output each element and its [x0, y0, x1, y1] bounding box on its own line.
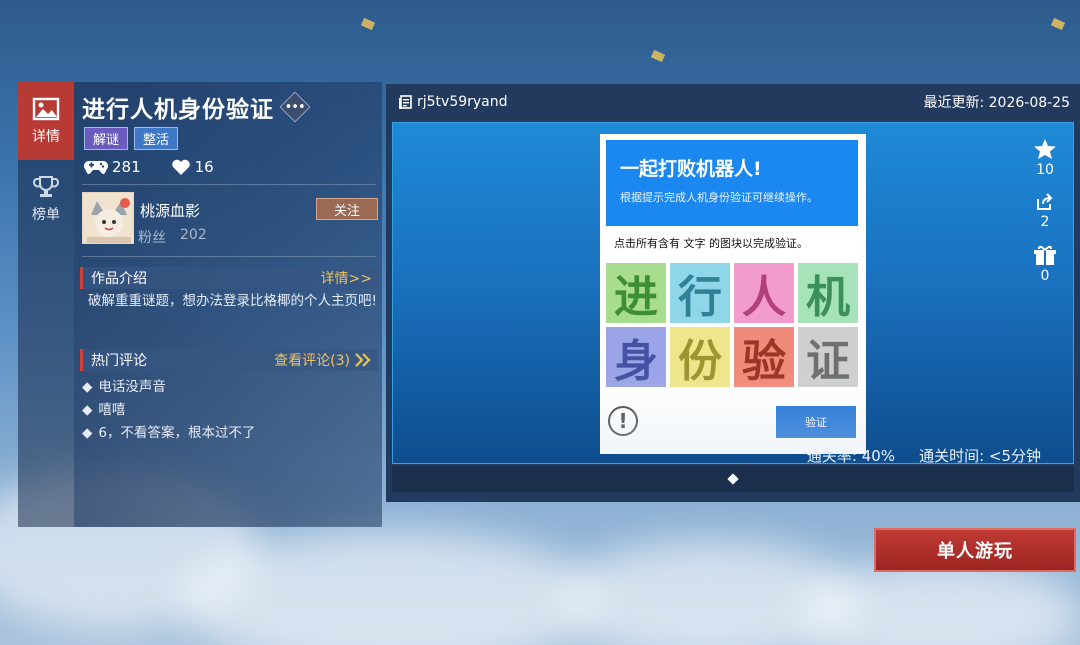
- captcha-tile[interactable]: 机: [798, 263, 858, 323]
- diamond-bullet-icon: ◆: [82, 425, 93, 441]
- warning-icon: !: [608, 406, 638, 436]
- author-name[interactable]: 桃源血影: [140, 200, 200, 221]
- star-icon: [1034, 139, 1056, 159]
- captcha-tile[interactable]: 份: [670, 327, 730, 387]
- single-play-button[interactable]: 单人游玩: [874, 528, 1076, 572]
- captcha-subtitle: 根据提示完成人机身份验证可继续操作。: [620, 191, 818, 204]
- captcha-tile[interactable]: 行: [670, 263, 730, 323]
- carousel-dot[interactable]: [727, 473, 739, 485]
- avatar-image: [83, 193, 133, 243]
- details-link[interactable]: 详情>>: [321, 268, 372, 288]
- level-title: 进行人机身份验证: [82, 97, 274, 123]
- captcha-grid: 进行人机身份验证: [606, 263, 858, 387]
- pass-info: 通关率: 40% 通关时间: <5分钟: [806, 445, 1041, 464]
- star-count[interactable]: 10: [1033, 138, 1057, 178]
- pass-rate: 通关率: 40%: [806, 447, 896, 464]
- title-row: 进行人机身份验证 •••: [82, 90, 311, 124]
- author-avatar[interactable]: [82, 192, 134, 244]
- pass-time: 通关时间: <5分钟: [919, 447, 1041, 464]
- divider: [82, 256, 376, 257]
- gamepad-icon: [84, 161, 108, 175]
- share-icon: [1037, 193, 1053, 210]
- view-comments-label: 查看评论(3): [274, 353, 350, 369]
- tag-list: 解谜 整活: [84, 127, 179, 150]
- intro-text: 破解重重谜题，想办法登录比格椰的个人主页吧!: [88, 293, 377, 309]
- gift-count[interactable]: 0: [1033, 244, 1057, 284]
- trophy-icon: [33, 176, 59, 197]
- share-count-value: 2: [1040, 214, 1050, 230]
- picture-icon: [32, 97, 60, 121]
- comments-header-label: 热门评论: [91, 353, 147, 369]
- captcha-tile[interactable]: 身: [606, 327, 666, 387]
- divider: [82, 184, 376, 185]
- follow-button[interactable]: 关注: [316, 198, 378, 220]
- tag-puzzle[interactable]: 解谜: [84, 127, 129, 150]
- double-chevron-right-icon: [355, 353, 371, 367]
- confetti-decoration: [650, 49, 666, 63]
- like-count-value: 16: [194, 158, 214, 176]
- tag-meme[interactable]: 整活: [134, 127, 179, 150]
- gift-icon: [1034, 245, 1056, 265]
- preview-side-stats: 10 2 0: [1033, 138, 1057, 284]
- more-options-button[interactable]: •••: [279, 91, 311, 123]
- level-id: rj5tv59ryand: [398, 94, 508, 110]
- verify-button[interactable]: 验证: [776, 406, 856, 438]
- captcha-card: 一起打败机器人! 根据提示完成人机身份验证可继续操作。 点击所有含有 文字 的图…: [600, 134, 866, 454]
- comment-text: 电话没声音: [98, 379, 166, 395]
- nav-item-ranking[interactable]: 榜单: [18, 160, 74, 238]
- intro-header-label: 作品介绍: [91, 271, 147, 287]
- comment-text: 嘻嘻: [98, 402, 126, 418]
- comment-item: ◆ 电话没声音: [82, 376, 255, 399]
- play-count-value: 281: [112, 158, 141, 176]
- heart-icon: [171, 159, 190, 175]
- like-count: 16: [171, 158, 214, 176]
- play-count: 281: [84, 158, 141, 176]
- captcha-tile[interactable]: 验: [734, 327, 794, 387]
- comment-item: ◆ 6，不看答案，根本过不了: [82, 422, 255, 445]
- captcha-title: 一起打败机器人!: [620, 158, 762, 180]
- nav-item-details[interactable]: 详情: [18, 82, 74, 160]
- last-updated: 最近更新: 2026-08-25: [923, 95, 1070, 111]
- level-preview-panel: rj5tv59ryand 最近更新: 2026-08-25 一起打败机器人! 根…: [386, 84, 1080, 502]
- comments-section-header: 热门评论 查看评论(3): [80, 349, 378, 371]
- preview-screenshot[interactable]: 一起打败机器人! 根据提示完成人机身份验证可继续操作。 点击所有含有 文字 的图…: [392, 122, 1074, 464]
- comment-list: ◆ 电话没声音 ◆ 嘻嘻 ◆ 6，不看答案，根本过不了: [82, 376, 255, 445]
- comment-text: 6，不看答案，根本过不了: [98, 425, 256, 441]
- ellipsis-icon: •••: [284, 99, 306, 115]
- share-count[interactable]: 2: [1035, 192, 1055, 230]
- star-count-value: 10: [1036, 162, 1054, 178]
- fans-value: 202: [180, 227, 207, 243]
- diamond-bullet-icon: ◆: [82, 379, 93, 395]
- captcha-tile[interactable]: 人: [734, 263, 794, 323]
- view-comments-link[interactable]: 查看评论(3): [274, 350, 372, 370]
- captcha-tile[interactable]: 证: [798, 327, 858, 387]
- intro-section-header: 作品介绍 详情>>: [80, 267, 378, 289]
- confetti-decoration: [1050, 17, 1066, 31]
- fans-label: 粉丝: [138, 230, 166, 246]
- side-nav: 详情 榜单: [18, 82, 74, 527]
- diamond-bullet-icon: ◆: [82, 402, 93, 418]
- carousel-indicator: [392, 466, 1074, 492]
- fan-count: 粉丝 202: [138, 227, 207, 247]
- nav-item-label: 详情: [32, 129, 60, 145]
- comment-item: ◆ 嘻嘻: [82, 399, 255, 422]
- captcha-header: 一起打败机器人! 根据提示完成人机身份验证可继续操作。: [606, 140, 858, 226]
- captcha-tile[interactable]: 进: [606, 263, 666, 323]
- confetti-decoration: [360, 17, 376, 31]
- nav-item-label: 榜单: [32, 207, 60, 223]
- author-card: 桃源血影 粉丝 202 关注: [82, 192, 378, 248]
- document-icon: [399, 94, 412, 109]
- gift-count-value: 0: [1040, 268, 1050, 284]
- level-id-text: rj5tv59ryand: [417, 94, 508, 110]
- captcha-instruction: 点击所有含有 文字 的图块以完成验证。: [614, 237, 808, 250]
- preview-header: rj5tv59ryand 最近更新: 2026-08-25: [386, 84, 1080, 120]
- level-info-panel: 进行人机身份验证 ••• 解谜 整活 281 16 桃源血影 粉丝 202 关注…: [74, 82, 382, 527]
- level-stats: 281 16: [84, 158, 214, 176]
